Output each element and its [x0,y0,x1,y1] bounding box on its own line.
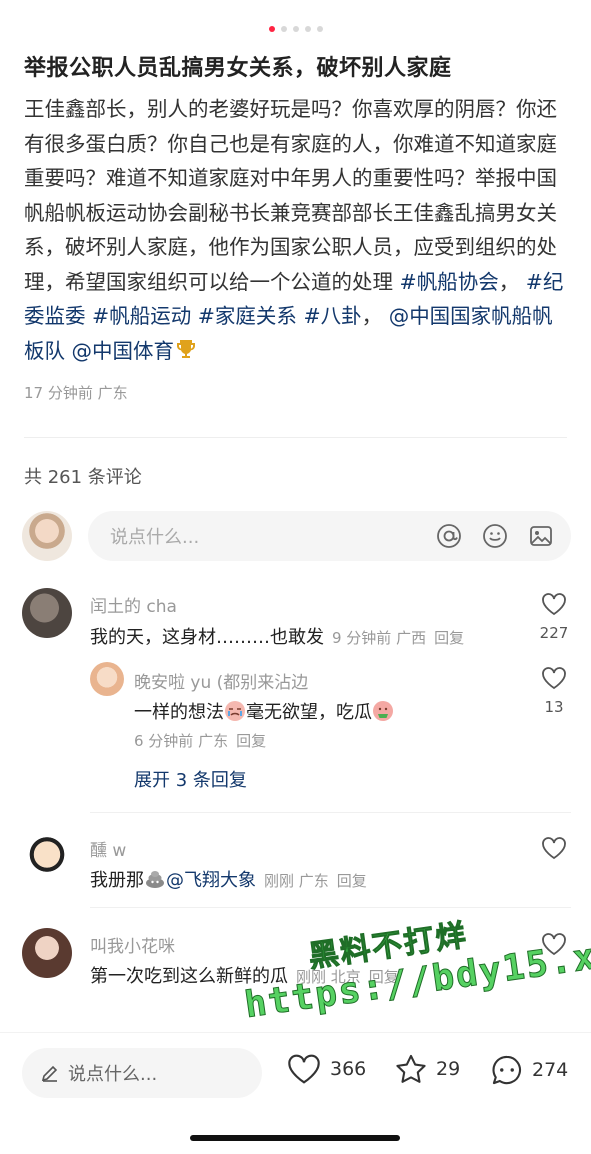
poop-icon [146,871,164,888]
bottom-input-placeholder: 说点什么... [68,1064,158,1085]
comment-input-placeholder: 说点什么... [110,527,200,548]
reply-item: 晚安啦 yu (都别来沾边 一样的想法 毫无欲望，吃瓜 6 分钟前 广东 回复 13 [22,662,571,752]
comment-text-body: 我册那 [90,870,144,891]
post-body-text: 王佳鑫部长，别人的老婆好玩是吗？你喜欢厚的阴唇？你还有很多蛋白质？你自己也是有家… [24,97,557,294]
comment-meta: 刚刚 北京 [296,968,361,986]
reply-button[interactable]: 回复 [434,629,464,647]
comment-author[interactable]: 叫我小花咪 [90,932,175,957]
comment-meta: 9 分钟前 广西 [332,629,427,647]
comment-text: 一样的想法 毫无欲望，吃瓜 [134,698,394,724]
comment-text: 我的天，这身材………也敢发 9 分钟前 广西 回复 [90,623,464,649]
comment-author[interactable]: 闰土的 cha [90,592,177,617]
comment-author[interactable]: 晚安啦 yu (都别来沾边 [134,668,308,693]
reply-button[interactable]: 回复 [337,872,367,890]
mention-link[interactable]: @飞翔大象 [166,870,256,891]
post-title: 举报公职人员乱搞男女关系，破坏别人家庭 [24,56,452,81]
pencil-icon [41,1065,58,1082]
comment-text: 第一次吃到这么新鲜的瓜 刚刚 北京 回复 [90,962,399,988]
post-meta: 17 分钟前 广东 [24,384,128,402]
home-indicator[interactable] [190,1135,400,1141]
collect-count: 29 [436,1058,461,1080]
bottom-comment-input[interactable]: 说点什么... [22,1048,262,1098]
comment-author[interactable]: 醺 w [90,836,126,861]
tag-separator: ， [498,269,520,294]
reply-button[interactable]: 回复 [369,968,399,986]
heart-icon [542,593,566,616]
comment-button[interactable]: 274 [490,1053,568,1087]
like-button[interactable] [537,932,571,960]
comment-count: 共 261 条评论 [24,467,142,488]
emoji-icon[interactable] [481,522,509,550]
heart-icon [542,933,566,956]
melon-eating-icon [373,701,393,721]
carousel-dot [316,26,323,32]
avatar[interactable] [22,928,72,978]
divider [90,907,571,908]
at-icon[interactable] [435,522,463,550]
avatar[interactable] [22,588,72,638]
reply-button[interactable]: 回复 [236,732,266,750]
carousel-dot [304,26,311,32]
like-button[interactable]: 366 [286,1053,366,1085]
mention-link[interactable]: @中国体育 [72,339,175,363]
like-count: 366 [330,1058,367,1080]
comment-text-body: 一样的想法 [134,702,224,723]
like-count: 227 [539,624,569,642]
comment-meta: 刚刚 广东 [264,872,329,890]
comment-item: 叫我小花咪 第一次吃到这么新鲜的瓜 刚刚 北京 回复 [22,928,571,988]
heart-icon [542,837,566,860]
comment-text-body: 毫无欲望，吃瓜 [246,702,372,723]
divider [24,437,567,438]
hashtag-link[interactable]: #帆船运动 [92,304,191,328]
carousel-dot-active [268,26,275,32]
hashtag-link[interactable]: #八卦 [303,304,361,328]
heart-icon [542,667,566,690]
heart-icon [288,1054,320,1084]
post-body: 王佳鑫部长，别人的老婆好玩是吗？你喜欢厚的阴唇？你还有很多蛋白质？你自己也是有家… [24,92,572,368]
comment-item: 闰土的 cha 我的天，这身材………也敢发 9 分钟前 广西 回复 227 [22,588,571,648]
tag-separator: ， [361,304,383,328]
post-content: 举报公职人员乱搞男女关系，破坏别人家庭 王佳鑫部长，别人的老婆好玩是吗？你喜欢厚… [24,52,572,403]
like-button[interactable]: 227 [537,592,571,642]
collect-button[interactable]: 29 [394,1053,460,1085]
carousel-dot [280,26,287,32]
comment-input[interactable]: 说点什么... [88,511,571,561]
carousel-indicator [0,26,591,36]
avatar[interactable] [22,511,72,561]
bottom-action-bar: 说点什么... 366 29 274 [0,1032,591,1112]
comment-text-body: 第一次吃到这么新鲜的瓜 [90,966,288,987]
hashtag-link[interactable]: #帆船协会 [400,270,499,294]
comment-bubble-icon [492,1055,522,1085]
comment-meta: 6 分钟前 广东 [134,732,229,750]
trophy-icon [177,339,196,358]
comment-item: 醺 w 我册那 @飞翔大象 刚刚 广东 回复 [22,832,571,892]
avatar[interactable] [90,662,124,696]
avatar[interactable] [22,832,72,882]
comment-input-row: 说点什么... [22,510,571,562]
divider [90,812,571,813]
comment-count-bottom: 274 [532,1059,569,1081]
expand-replies-button[interactable]: 展开 3 条回复 [134,766,247,792]
comment-text-body: 我的天，这身材………也敢发 [90,627,324,648]
like-count: 13 [544,698,564,716]
comment-text: 我册那 @飞翔大象 刚刚 广东 回复 [90,866,367,892]
crying-face-icon [225,701,245,721]
like-button[interactable]: 13 [537,666,571,716]
like-button[interactable] [537,836,571,864]
comment-meta-row: 6 分钟前 广东 回复 [134,730,266,751]
hashtag-link[interactable]: #家庭关系 [198,304,297,328]
star-icon [396,1054,426,1083]
image-icon[interactable] [527,522,555,550]
carousel-dot [292,26,299,32]
